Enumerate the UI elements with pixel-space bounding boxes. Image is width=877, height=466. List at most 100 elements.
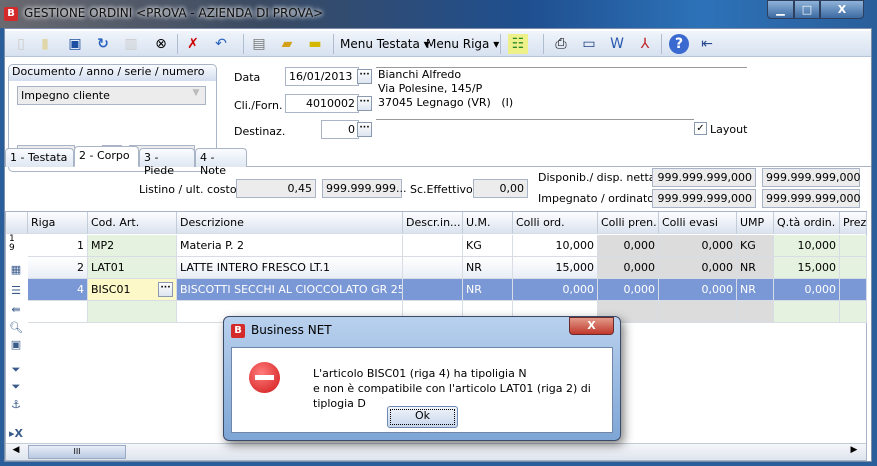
binoculars-icon[interactable]: ⊗	[151, 34, 171, 54]
cell-riga[interactable]: 1	[28, 235, 88, 257]
undo-edit-icon[interactable]: ↶	[211, 34, 231, 54]
cell-qta-ordin[interactable]	[774, 301, 840, 323]
cod-art-lookup-button[interactable]: ···	[158, 282, 173, 297]
cli-forn-field[interactable]: 4010002	[285, 94, 359, 113]
ruler-icon[interactable]: ▬	[305, 34, 325, 54]
column-header-prezzo[interactable]: Prez	[840, 212, 867, 234]
cell-riga[interactable]: 4	[28, 279, 88, 301]
tab-corpo[interactable]: 2 - Corpo	[74, 146, 139, 167]
ok-button[interactable]: Ok	[387, 406, 458, 428]
list-icon[interactable]: ☰	[8, 284, 24, 300]
column-header-riga[interactable]: Riga	[28, 212, 88, 234]
cell-descrizione[interactable]: BISCOTTI SECCHI AL CIOCCOLATO GR 250	[177, 279, 403, 301]
data-field[interactable]: 16/01/2013	[285, 67, 359, 86]
layout-checkbox[interactable]: ✓	[694, 122, 707, 135]
cell-colli-ord[interactable]: 0,000	[513, 279, 598, 301]
word-export-icon[interactable]: W	[607, 34, 627, 54]
cell-cod-art[interactable]: BISC01 ···	[88, 279, 177, 301]
column-header-colli-evasi[interactable]: Colli evasi	[659, 212, 737, 234]
document-icon[interactable]: ▤	[249, 34, 269, 54]
menu-testata[interactable]: Menu Testata ▾	[340, 37, 430, 51]
column-header-colli-ord[interactable]: Colli ord.	[513, 212, 598, 234]
column-header-um[interactable]: U.M.	[463, 212, 513, 234]
tab-note[interactable]: 4 - Note	[195, 148, 247, 177]
pdf-export-icon[interactable]: ⅄	[635, 34, 655, 54]
cell-qta-ordin[interactable]: 10,000	[774, 235, 840, 257]
cell-prezzo[interactable]	[840, 279, 867, 301]
column-header-cod-art[interactable]: Cod. Art.	[88, 212, 177, 234]
open-icon[interactable]: ▮	[35, 34, 55, 54]
expand-icon[interactable]: ▣	[8, 338, 24, 354]
cell-colli-pren[interactable]: 0,000	[598, 257, 659, 279]
column-header-qta-ordin[interactable]: Q.tà ordin.	[774, 212, 840, 234]
cell-um[interactable]: NR	[463, 279, 513, 301]
exit-icon[interactable]: ⇤	[697, 34, 717, 54]
cell-um[interactable]: KG	[463, 235, 513, 257]
cell-descr-in[interactable]	[403, 279, 463, 301]
cancel-edit-icon[interactable]: ✗	[183, 34, 203, 54]
scroll-thumb[interactable]: III	[28, 445, 126, 459]
cell-qta-ordin[interactable]: 15,000	[774, 257, 840, 279]
folder-icon[interactable]: ▰	[277, 34, 297, 54]
delete-icon[interactable]: ▥	[121, 34, 141, 54]
cell-colli-evasi[interactable]	[659, 301, 737, 323]
undo-icon[interactable]: ↻	[93, 34, 113, 54]
cell-cod-art[interactable]: MP2	[88, 235, 177, 257]
cell-ump[interactable]: KG	[737, 235, 774, 257]
cell-ump[interactable]	[737, 301, 774, 323]
minimize-button[interactable]: ▁	[767, 0, 794, 19]
tab-piede[interactable]: 3 - Piede	[139, 148, 195, 177]
column-header-colli-pren[interactable]: Colli pren.	[598, 212, 659, 234]
menu-riga[interactable]: Menu Riga ▾	[426, 37, 499, 51]
anchor-icon[interactable]: ⚓	[8, 398, 24, 414]
monitor-icon[interactable]: ▭	[579, 34, 599, 54]
print-icon[interactable]: ⎙	[551, 34, 571, 54]
cell-descrizione[interactable]: Materia P. 2	[177, 235, 403, 257]
cell-colli-ord[interactable]: 10,000	[513, 235, 598, 257]
horizontal-scrollbar[interactable]: ◀ III ▶	[6, 443, 866, 460]
destinaz-lookup-button[interactable]: ···	[357, 122, 372, 137]
cell-qta-ordin[interactable]: 0,000	[774, 279, 840, 301]
cell-ump[interactable]: NR	[737, 279, 774, 301]
clear-filter-icon[interactable]: ▸X	[8, 427, 24, 443]
help-icon[interactable]: ?	[669, 34, 689, 54]
cell-descr-in[interactable]	[403, 257, 463, 279]
date-lookup-button[interactable]: ···	[357, 69, 372, 84]
cell-descr-in[interactable]	[403, 235, 463, 257]
document-type-select[interactable]: Impegno cliente	[17, 86, 206, 105]
cell-prezzo[interactable]	[840, 235, 867, 257]
destinaz-field[interactable]: 0	[321, 120, 359, 139]
filter-text-icon[interactable]: ⏷	[8, 380, 24, 396]
cell-descrizione[interactable]: LATTE INTERO FRESCO LT.1	[177, 257, 403, 279]
cell-ump[interactable]: NR	[737, 257, 774, 279]
cell-cod-art[interactable]	[88, 301, 177, 323]
list-options-icon[interactable]: ☷	[508, 34, 528, 54]
dialog-close-button[interactable]: X	[569, 317, 614, 335]
cell-colli-ord[interactable]: 15,000	[513, 257, 598, 279]
cell-colli-evasi[interactable]: 0,000	[659, 279, 737, 301]
tab-testata[interactable]: 1 - Testata	[5, 148, 74, 167]
insert-row-icon[interactable]: ▦	[8, 263, 24, 279]
scroll-left-button[interactable]: ◀	[7, 445, 25, 459]
scroll-right-button[interactable]: ▶	[846, 445, 862, 459]
cell-cod-art[interactable]: LAT01	[88, 257, 177, 279]
cli-lookup-button[interactable]: ···	[357, 96, 372, 111]
cell-um[interactable]: NR	[463, 257, 513, 279]
cell-colli-evasi[interactable]: 0,000	[659, 235, 737, 257]
import-icon[interactable]: ⇚	[8, 303, 24, 319]
column-header-ump[interactable]: UMP	[737, 212, 774, 234]
cell-riga[interactable]	[28, 301, 88, 323]
column-header-descrizione[interactable]: Descrizione	[177, 212, 403, 234]
cell-colli-pren[interactable]: 0,000	[598, 235, 659, 257]
cell-prezzo[interactable]	[840, 301, 867, 323]
chevron-down-icon[interactable]: ▼	[189, 88, 203, 102]
close-button[interactable]: X	[820, 0, 864, 19]
new-icon[interactable]: ▯	[11, 34, 31, 54]
search-icon[interactable]: 🔍︎	[8, 321, 24, 337]
cell-riga[interactable]: 2	[28, 257, 88, 279]
column-header-descr-in[interactable]: Descr.in...	[403, 212, 463, 234]
save-icon[interactable]: ▣	[65, 34, 85, 54]
cell-colli-evasi[interactable]: 0,000	[659, 257, 737, 279]
filter-icon[interactable]: ⏷	[8, 363, 24, 379]
maximize-button[interactable]: □	[794, 0, 820, 19]
